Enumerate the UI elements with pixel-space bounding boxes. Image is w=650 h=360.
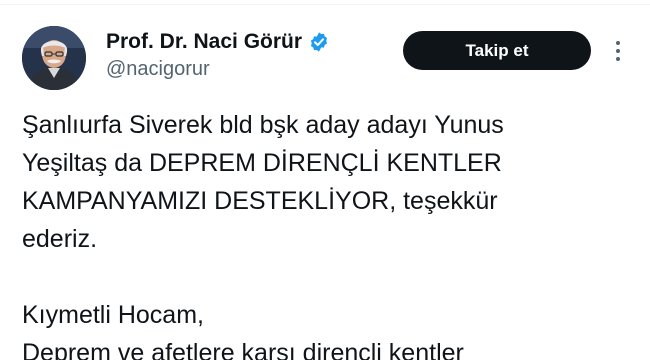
tweet-line: KAMPANYAMIZI DESTEKLİYOR, teşekkür	[22, 187, 498, 215]
divider	[0, 4, 650, 5]
tweet-line: Deprem ve afetlere karşı dirençli kentle…	[22, 339, 464, 360]
tweet-line: Şanlıurfa Siverek bld bşk aday adayı Yun…	[22, 111, 504, 139]
tweet-line: Yeşiltaş da DEPREM DİRENÇLİ KENTLER	[22, 149, 502, 177]
tweet-line: ederiz.	[22, 225, 98, 253]
display-name[interactable]: Prof. Dr. Naci Görür	[106, 30, 302, 54]
avatar[interactable]	[22, 26, 86, 90]
verified-badge-icon	[308, 31, 330, 53]
name-row: Prof. Dr. Naci Görür	[106, 28, 330, 56]
user-handle[interactable]: @nacigorur	[106, 58, 210, 81]
tweet-text: Şanlıurfa Siverek bld bşk aday adayı Yun…	[22, 106, 632, 360]
tweet-card: Prof. Dr. Naci Görür @nacigorur Takip et…	[0, 0, 650, 360]
follow-button[interactable]: Takip et	[403, 31, 591, 70]
tweet-line: Kıymetli Hocam,	[22, 301, 204, 329]
more-vertical-icon	[616, 41, 620, 61]
avatar-image	[22, 26, 86, 90]
more-options-button[interactable]	[606, 36, 630, 66]
